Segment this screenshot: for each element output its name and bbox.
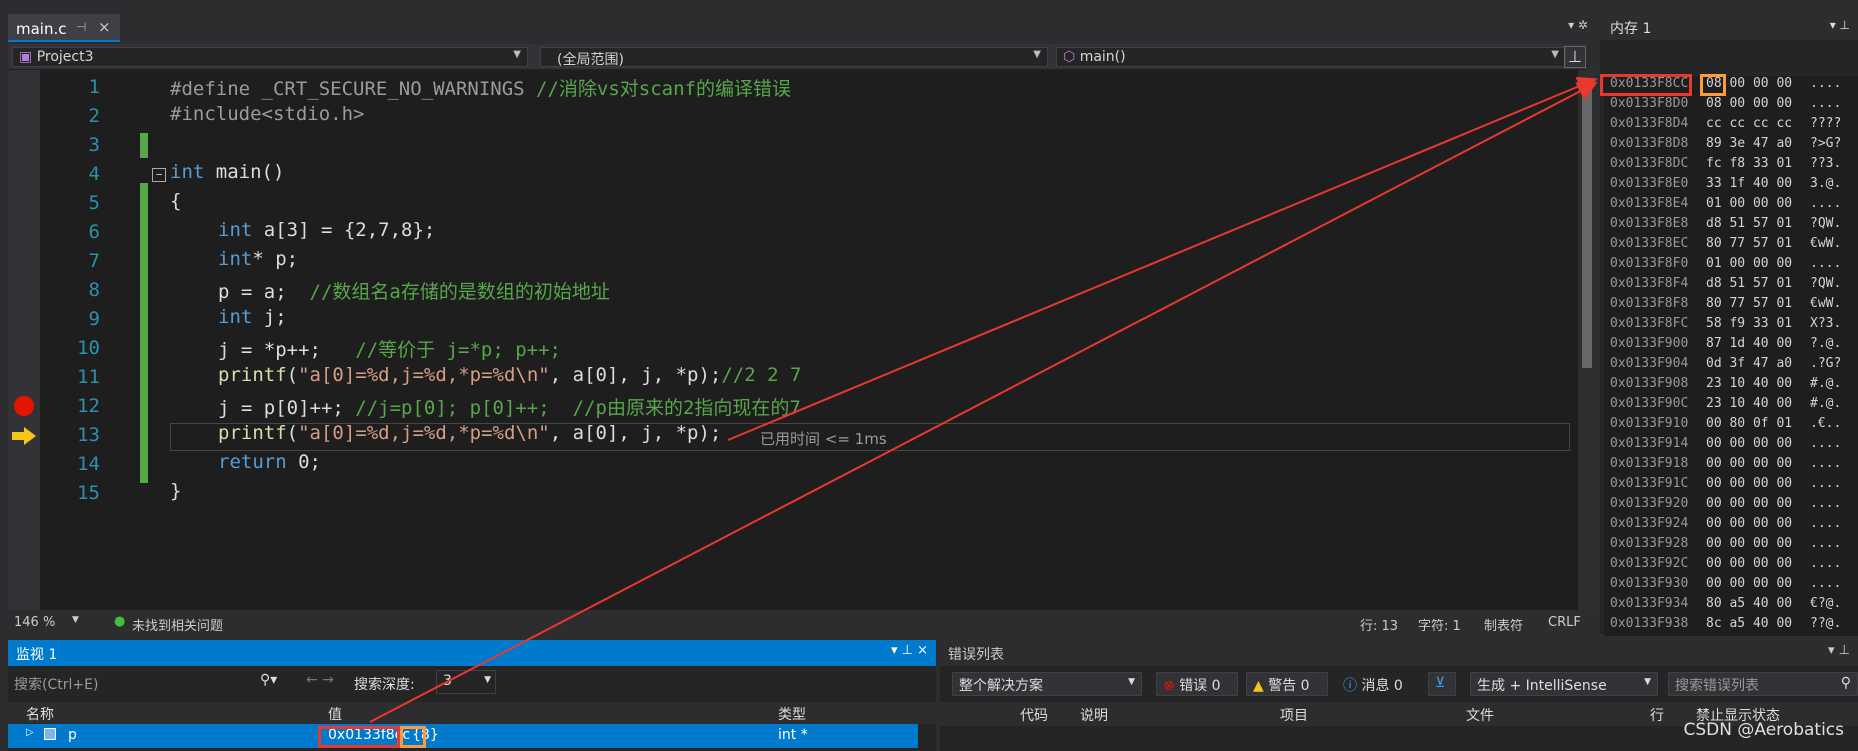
ide-window: main.c ⊣ × ▾ ✲ ▣ Project3 ▼ (全局范围) ▼ ⬡ m… <box>0 0 1858 751</box>
arrow-line13-to-address <box>727 76 1598 441</box>
arrow-value-to-address <box>369 82 1598 723</box>
annotation-arrows <box>369 76 1598 723</box>
